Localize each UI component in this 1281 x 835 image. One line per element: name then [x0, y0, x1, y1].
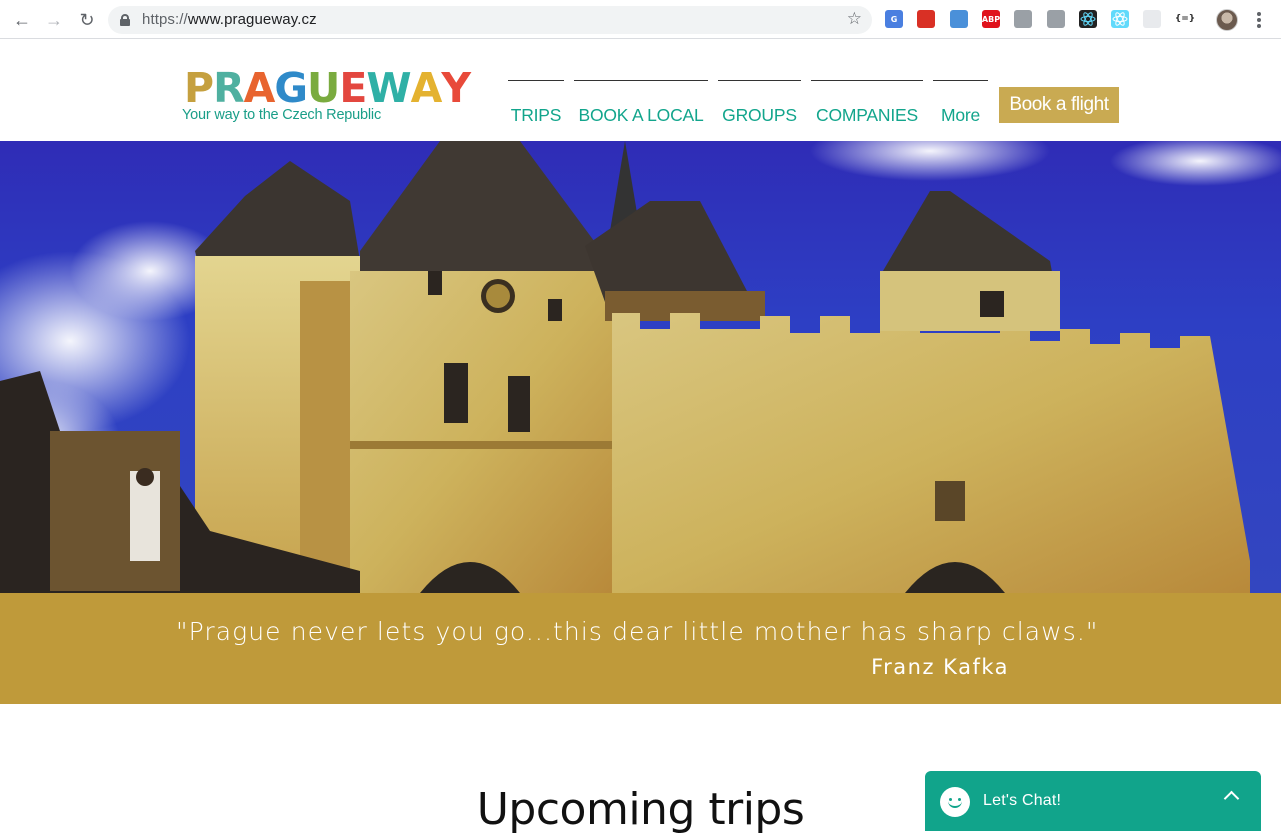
json-formatter-icon[interactable]: {=} [1175, 10, 1195, 28]
chevron-up-icon[interactable] [1223, 790, 1240, 807]
logo-tagline: Your way to the Czech Republic [182, 107, 381, 123]
browser-toolbar: ← → ↻ https://www.pragueway.cz ☆ G ABP {=} [0, 0, 1281, 39]
drive-icon[interactable] [1014, 10, 1032, 28]
lock-icon [120, 14, 130, 26]
kafka-quote: "Prague never lets you go...this dear li… [176, 617, 1099, 646]
castle-illustration [0, 141, 1281, 593]
logo-letter: P [184, 64, 214, 112]
nav-item-trips[interactable]: TRIPS [508, 80, 564, 126]
url-text[interactable]: https://www.pragueway.cz [142, 11, 317, 28]
adblock-plus-icon[interactable]: ABP [982, 10, 1000, 28]
url-host: www.pragueway.cz [187, 11, 317, 28]
reload-icon[interactable]: ↻ [76, 9, 98, 31]
back-arrow-icon[interactable]: ← [11, 9, 33, 31]
logo-letter: E [339, 64, 367, 112]
address-bar[interactable]: https://www.pragueway.cz ☆ [108, 6, 872, 34]
nav-item-companies[interactable]: COMPANIES [811, 80, 923, 126]
logo-letter: A [410, 64, 443, 112]
android-icon[interactable] [1047, 10, 1065, 28]
logo-letter: Y [441, 64, 471, 112]
logo-letter: U [307, 64, 340, 112]
red-extension-icon[interactable] [917, 10, 935, 28]
react-icon[interactable] [1111, 10, 1129, 28]
bookmark-star-icon[interactable]: ☆ [847, 9, 862, 29]
logo-letter: W [366, 64, 411, 112]
nav-item-groups[interactable]: GROUPS [718, 80, 801, 126]
quote-author: Franz Kafka [871, 655, 1009, 679]
book-a-flight-button[interactable]: Book a flight [999, 87, 1119, 123]
react-devtools-icon[interactable] [1079, 10, 1097, 28]
quote-band: "Prague never lets you go...this dear li… [0, 593, 1281, 704]
nav-item-book-a-local[interactable]: BOOK A LOCAL [574, 80, 708, 126]
grey-circle-icon[interactable] [1143, 10, 1161, 28]
pragueway-logo[interactable]: PRAGUEWAY [184, 64, 471, 112]
logo-letter: G [274, 64, 308, 112]
smiley-face-icon [940, 787, 970, 817]
site-header: PRAGUEWAY Your way to the Czech Republic… [0, 40, 1281, 141]
print-extension-icon[interactable] [950, 10, 968, 28]
logo-letter: A [243, 64, 276, 112]
hero-castle-image [0, 141, 1281, 593]
google-translate-icon[interactable]: G [885, 10, 903, 28]
nav-item-more[interactable]: More [933, 80, 988, 126]
chat-widget[interactable]: Let's Chat! [925, 771, 1261, 831]
profile-avatar[interactable] [1216, 9, 1238, 31]
chat-label: Let's Chat! [983, 792, 1062, 809]
url-scheme: https:// [142, 11, 188, 28]
browser-menu-icon[interactable] [1254, 10, 1264, 30]
forward-arrow-icon[interactable]: → [43, 9, 65, 31]
logo-letter: R [213, 64, 245, 112]
